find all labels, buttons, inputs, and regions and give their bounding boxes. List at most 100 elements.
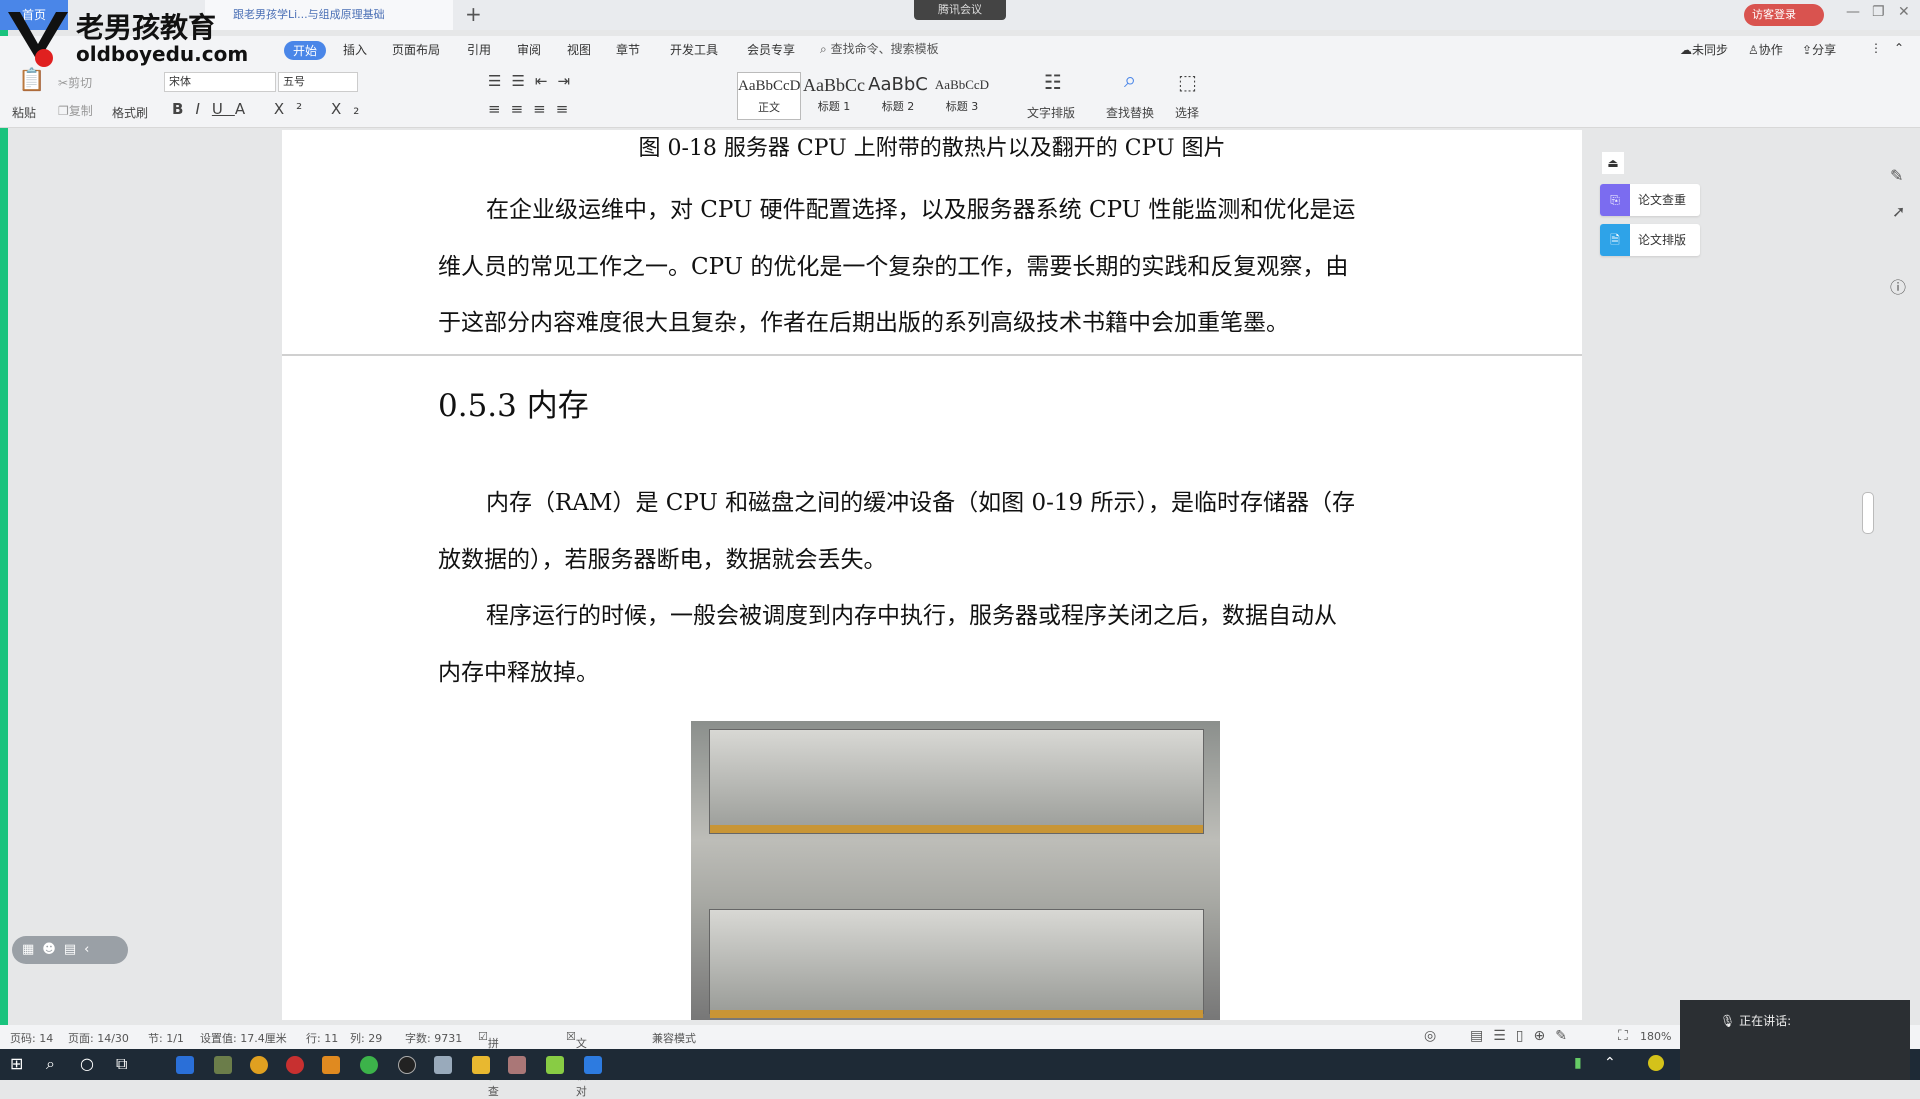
task-view-icon[interactable]: ⧉ — [116, 1054, 127, 1074]
find-replace-button[interactable]: 查找替换 — [1106, 104, 1154, 121]
format-painter-button[interactable]: 格式刷 — [112, 104, 148, 121]
menu-view[interactable]: 视图 — [567, 41, 591, 58]
font-select[interactable]: 宋体 — [164, 72, 276, 92]
meeting-speaker-overlay: 🎙 正在讲话: — [1680, 1000, 1910, 1080]
restore-icon[interactable]: ❐ — [1872, 4, 1885, 20]
paragraph-line: 于这部分内容难度很大且复杂，作者在后期出版的系列高级技术书籍中会加重笔墨。 — [438, 310, 1289, 336]
menu-page-layout[interactable]: 页面布局 — [392, 41, 440, 58]
screen-share-border — [0, 0, 8, 1040]
cut-button[interactable]: ✂剪切 — [58, 74, 92, 91]
menu-references[interactable]: 引用 — [467, 41, 491, 58]
spell-check-button[interactable]: ☑拼写检查 — [478, 1030, 499, 1098]
text-format-buttons[interactable]: BIUA X² X₂ — [172, 100, 371, 118]
tray-expand-icon[interactable]: ⌃ — [1604, 1055, 1616, 1071]
windows-start-icon[interactable]: ⊞ — [10, 1054, 23, 1073]
floating-toolbar[interactable]: ▦☻▤‹ — [12, 936, 128, 964]
menu-member[interactable]: 会员专享 — [747, 41, 795, 58]
paste-button[interactable]: 粘贴 — [12, 104, 36, 121]
cortana-icon[interactable]: ○ — [80, 1054, 94, 1073]
app-icon[interactable] — [322, 1056, 340, 1074]
tray-app-icon[interactable] — [1648, 1055, 1664, 1071]
style-sample: AaBbCcDd — [738, 78, 800, 94]
style-heading-3[interactable]: AaBbCcD 标题 3 — [930, 72, 994, 120]
close-icon[interactable]: ✕ — [1898, 4, 1910, 20]
status-pages: 页面: 14/30 — [68, 1032, 129, 1045]
more-icon[interactable]: ⋮ — [1870, 41, 1882, 55]
paragraph-line: 内存中释放掉。 — [438, 660, 599, 686]
paper-layout-button[interactable]: 🗎 论文排版 — [1600, 224, 1700, 256]
share-button[interactable]: ⇪分享 — [1802, 41, 1836, 58]
view-mode-buttons[interactable]: ▤☰▯⊕✎ — [1470, 1028, 1577, 1044]
collab-button[interactable]: ♙协作 — [1748, 41, 1783, 58]
copy-button[interactable]: ❐复制 — [58, 102, 93, 119]
speaking-label: 正在讲话: — [1739, 1014, 1792, 1028]
menu-review[interactable]: 审阅 — [517, 41, 541, 58]
vertical-scrollbar-thumb[interactable] — [1862, 492, 1874, 534]
proofread-button[interactable]: ☒文档校对 — [566, 1030, 587, 1098]
meeting-indicator[interactable]: 腾讯会议 — [914, 0, 1006, 20]
font-size-select[interactable]: 五号 — [278, 72, 358, 92]
zoom-level[interactable]: 180% — [1640, 1030, 1671, 1043]
logo-mark-icon — [8, 12, 68, 67]
menu-insert[interactable]: 插入 — [343, 41, 367, 58]
fit-page-icon[interactable]: ⛶ — [1618, 1028, 1628, 1044]
paper-layout-label: 论文排版 — [1638, 233, 1687, 247]
paragraph-line: 程序运行的时候，一般会被调度到内存中执行，服务器或程序关闭之后，数据自动从 — [486, 603, 1337, 629]
command-search[interactable]: ⌕ 查找命令、搜索模板 — [820, 40, 939, 57]
sync-button[interactable]: ☁未同步 — [1680, 41, 1728, 58]
qq-icon[interactable] — [398, 1056, 416, 1074]
menu-developer[interactable]: 开发工具 — [670, 41, 718, 58]
select-icon: ⬚ — [1178, 70, 1197, 94]
menu-section[interactable]: 章节 — [616, 41, 640, 58]
status-col: 列: 29 — [350, 1032, 383, 1045]
paragraph-line: 内存（RAM）是 CPU 和磁盘之间的缓冲设备（如图 0-19 所示），是临时存… — [486, 490, 1355, 516]
style-label: 正文 — [758, 101, 780, 114]
cursor-icon[interactable]: ➚ — [1892, 202, 1905, 221]
paragraph-line: 在企业级运维中，对 CPU 硬件配置选择，以及服务器系统 CPU 性能监测和优化… — [486, 197, 1356, 223]
cut-label: 剪切 — [68, 76, 93, 90]
new-tab-button[interactable]: + — [465, 2, 482, 26]
document-page[interactable]: 图 0-18 服务器 CPU 上附带的散热片以及翻开的 CPU 图片 在企业级运… — [282, 130, 1582, 1020]
select-button[interactable]: 选择 — [1175, 104, 1199, 121]
chrome-icon[interactable] — [250, 1056, 268, 1074]
style-normal[interactable]: AaBbCcDd 正文 — [737, 72, 801, 120]
app-icon[interactable] — [508, 1056, 526, 1074]
collapse-icon[interactable]: ⏏ — [1602, 152, 1624, 174]
text-layout-button[interactable]: 文字排版 — [1027, 104, 1075, 121]
logo-text: 老男孩教育 — [76, 11, 217, 44]
style-label: 标题 3 — [945, 100, 979, 113]
app-icon[interactable] — [214, 1056, 232, 1074]
style-label: 标题 1 — [817, 100, 851, 113]
help-icon[interactable]: ⓘ — [1890, 274, 1906, 298]
list-buttons[interactable]: ☰☰⇤⇥ — [488, 72, 580, 90]
collapse-ribbon-icon[interactable]: ⌃ — [1894, 41, 1904, 55]
paste-icon[interactable]: 📋 — [18, 68, 45, 93]
compat-mode: 兼容模式 — [652, 1032, 696, 1045]
pen-icon[interactable]: ✎ — [1890, 166, 1903, 185]
minimize-icon[interactable]: — — [1846, 4, 1860, 20]
file-explorer-icon[interactable] — [472, 1056, 490, 1074]
ram-module-image — [691, 721, 1220, 1020]
watermark-logo: 老男孩教育 oldboyedu.com — [6, 6, 248, 68]
app-icon[interactable] — [176, 1056, 194, 1074]
app-icon[interactable] — [434, 1056, 452, 1074]
wps-writer-icon[interactable] — [584, 1056, 602, 1074]
eye-protect-icon[interactable]: ◎ — [1424, 1028, 1436, 1044]
notepad-icon[interactable] — [546, 1056, 564, 1074]
login-button[interactable]: 访客登录 — [1744, 4, 1824, 26]
paper-check-icon: ⎘ — [1600, 184, 1630, 216]
search-icon[interactable]: ⌕ — [46, 1054, 55, 1074]
style-sample: AaBbCc — [803, 75, 865, 95]
usb-icon[interactable]: ▮ — [1574, 1055, 1582, 1071]
style-heading-1[interactable]: AaBbCc 标题 1 — [802, 72, 866, 120]
tab-document[interactable]: 跟老男孩学Li...与组成原理基础 — [205, 0, 453, 30]
paper-check-button[interactable]: ⎘ 论文查重 — [1600, 184, 1700, 216]
paragraph-align-buttons[interactable]: ≡≡≡≡ — [488, 100, 578, 118]
app-icon[interactable] — [286, 1056, 304, 1074]
status-word-count[interactable]: 字数: 9731 — [405, 1030, 462, 1046]
wechat-icon[interactable] — [360, 1056, 378, 1074]
text-layout-icon: ☷ — [1044, 70, 1062, 94]
menu-start[interactable]: 开始 — [284, 41, 327, 60]
cloud-icon: ☁ — [1680, 43, 1692, 57]
style-heading-2[interactable]: AaBbC 标题 2 — [866, 72, 930, 120]
